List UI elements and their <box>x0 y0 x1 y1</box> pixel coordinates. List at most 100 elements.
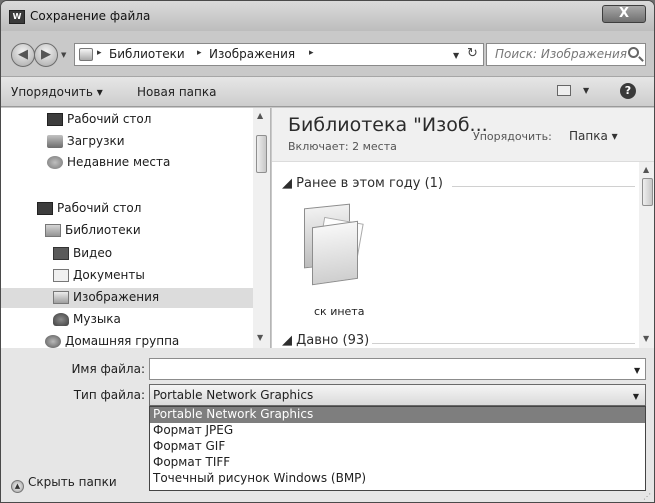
help-icon[interactable]: ? <box>620 83 636 99</box>
filetype-label: Тип файла: <box>73 388 145 402</box>
filetype-option-jpeg[interactable]: Формат JPEG <box>150 423 645 439</box>
title-bar: W Сохранение файла X <box>1 1 654 31</box>
filetype-option-gif[interactable]: Формат GIF <box>150 439 645 455</box>
content-scrollbar[interactable]: ▲ ▼ <box>639 162 654 348</box>
music-icon <box>53 313 69 326</box>
group-divider <box>372 343 635 344</box>
filetype-option-tiff[interactable]: Формат TIFF <box>150 455 645 471</box>
nav-item-desktop-favorite[interactable]: Рабочий стол <box>1 110 253 130</box>
nav-scrollbar[interactable]: ▲ ▼ <box>253 108 270 348</box>
group-header-label: Давно (93) <box>296 333 370 348</box>
hide-folders-label: Скрыть папки <box>28 475 117 489</box>
filetype-option-png[interactable]: Portable Network Graphics <box>150 407 645 423</box>
chevron-down-icon[interactable]: ▼ <box>633 392 639 401</box>
scrollbar-thumb[interactable] <box>256 135 267 173</box>
desktop-icon <box>37 202 53 215</box>
address-row: ◀ ▶ ▼ ▸ Библиотеки ▸ Изображения ▸ ▼ ↻ П… <box>1 34 654 76</box>
word-app-icon: W <box>9 10 25 24</box>
filename-dropdown-icon[interactable]: ▼ <box>634 366 640 375</box>
recent-places-icon <box>47 156 63 169</box>
scroll-up-icon[interactable]: ▲ <box>257 111 263 120</box>
scroll-up-icon[interactable]: ▲ <box>643 165 649 174</box>
new-folder-button[interactable]: Новая папка <box>137 85 216 99</box>
libraries-icon <box>45 224 61 237</box>
breadcrumb-pictures[interactable]: Изображения <box>209 47 295 61</box>
nav-item-pictures[interactable]: Изображения <box>1 288 253 308</box>
back-button[interactable]: ◀ <box>11 43 35 67</box>
scrollbar-thumb[interactable] <box>642 178 653 206</box>
folder-name[interactable]: ск инета <box>314 305 364 318</box>
filetype-select[interactable]: Portable Network Graphics ▼ <box>149 384 646 406</box>
nav-item-label: Видео <box>73 246 113 260</box>
collapse-icon[interactable]: ◢ <box>282 176 296 191</box>
downloads-icon <box>47 135 63 148</box>
library-locations-link[interactable]: Включает: 2 места <box>288 140 397 153</box>
desktop-icon <box>47 113 63 126</box>
homegroup-icon <box>45 335 61 348</box>
arrange-by-dropdown[interactable]: Папка ▾ <box>569 129 618 143</box>
forward-button[interactable]: ▶ <box>34 43 58 67</box>
filetype-option-bmp[interactable]: Точечный рисунок Windows (BMP) <box>150 471 645 487</box>
nav-item-video[interactable]: Видео <box>1 244 253 264</box>
scroll-down-icon[interactable]: ▼ <box>257 333 263 342</box>
command-toolbar: Упорядочить ▾ Новая папка ▼ ? <box>1 76 654 107</box>
video-icon <box>53 247 69 260</box>
nav-item-desktop[interactable]: Рабочий стол <box>1 199 253 219</box>
scroll-down-icon[interactable]: ▼ <box>643 334 649 343</box>
nav-item-downloads[interactable]: Загрузки <box>1 132 253 152</box>
search-input[interactable]: Поиск: Изображения <box>486 43 646 66</box>
resize-grip-icon[interactable]: ⋰ <box>643 492 651 501</box>
save-file-dialog: W Сохранение файла X ◀ ▶ ▼ ▸ Библиотеки … <box>0 0 655 503</box>
save-form: Имя файла: ▼ Тип файла: Portable Network… <box>1 348 654 502</box>
view-dropdown-icon[interactable]: ▼ <box>583 86 589 95</box>
nav-item-music[interactable]: Музыка <box>1 310 253 330</box>
search-placeholder: Поиск: Изображения <box>495 47 627 61</box>
group-divider <box>452 186 635 187</box>
change-view-icon[interactable] <box>557 85 571 96</box>
library-title: Библиотека "Изоб... <box>288 114 488 136</box>
nav-item-label: Библиотеки <box>65 223 141 237</box>
library-pictures-icon <box>79 48 93 61</box>
nav-item-homegroup[interactable]: Домашняя группа <box>1 332 253 348</box>
breadcrumb-separator-icon[interactable]: ▸ <box>309 48 314 58</box>
group-header-this-year[interactable]: ◢ Ранее в этом году (1) <box>282 176 443 191</box>
nav-item-label: Изображения <box>73 290 160 304</box>
breadcrumb-separator-icon[interactable]: ▸ <box>97 48 102 58</box>
nav-item-label: Недавние места <box>67 155 171 169</box>
group-header-label: Ранее в этом году (1) <box>296 176 443 191</box>
nav-item-label: Рабочий стол <box>57 201 142 215</box>
documents-icon <box>53 269 69 282</box>
library-header: Библиотека "Изоб... Включает: 2 места Уп… <box>272 108 654 162</box>
address-bar[interactable]: ▸ Библиотеки ▸ Изображения ▸ <box>74 43 484 66</box>
collapse-up-icon: ▲ <box>11 480 24 493</box>
collapse-icon[interactable]: ◢ <box>282 333 296 348</box>
refresh-icon[interactable]: ↻ <box>467 46 478 61</box>
arrange-by-label: Упорядочить: <box>473 130 552 143</box>
organize-button[interactable]: Упорядочить ▾ <box>11 85 103 99</box>
folder-item[interactable] <box>300 200 370 286</box>
address-dropdown-icon[interactable]: ▼ <box>453 51 459 60</box>
search-icon[interactable] <box>628 47 639 58</box>
close-button[interactable]: X <box>602 5 646 23</box>
group-header-long-ago[interactable]: ◢ Давно (93) <box>282 333 369 348</box>
filetype-dropdown-list: Portable Network Graphics Формат JPEG Фо… <box>149 406 646 491</box>
window-title: Сохранение файла <box>30 9 151 23</box>
nav-item-label: Документы <box>73 268 145 282</box>
nav-item-recent-places[interactable]: Недавние места <box>1 153 253 173</box>
file-list-pane: Библиотека "Изоб... Включает: 2 места Уп… <box>272 108 654 348</box>
filename-label: Имя файла: <box>71 362 145 376</box>
folder-front <box>312 220 358 286</box>
navigation-pane: Рабочий стол Загрузки Недавние места Раб… <box>1 108 271 348</box>
recent-locations-dropdown-icon[interactable]: ▼ <box>61 51 66 59</box>
nav-item-label: Домашняя группа <box>65 334 180 348</box>
breadcrumb-libraries[interactable]: Библиотеки <box>109 47 185 61</box>
nav-item-label: Музыка <box>73 312 121 326</box>
nav-item-label: Загрузки <box>67 134 125 148</box>
hide-folders-button[interactable]: ▲ Скрыть папки <box>11 475 117 493</box>
pictures-icon <box>53 291 69 304</box>
filename-input[interactable] <box>149 358 646 380</box>
nav-item-libraries[interactable]: Библиотеки <box>1 221 253 241</box>
nav-item-documents[interactable]: Документы <box>1 266 253 286</box>
breadcrumb-separator-icon[interactable]: ▸ <box>197 48 202 58</box>
nav-item-label: Рабочий стол <box>67 112 152 126</box>
